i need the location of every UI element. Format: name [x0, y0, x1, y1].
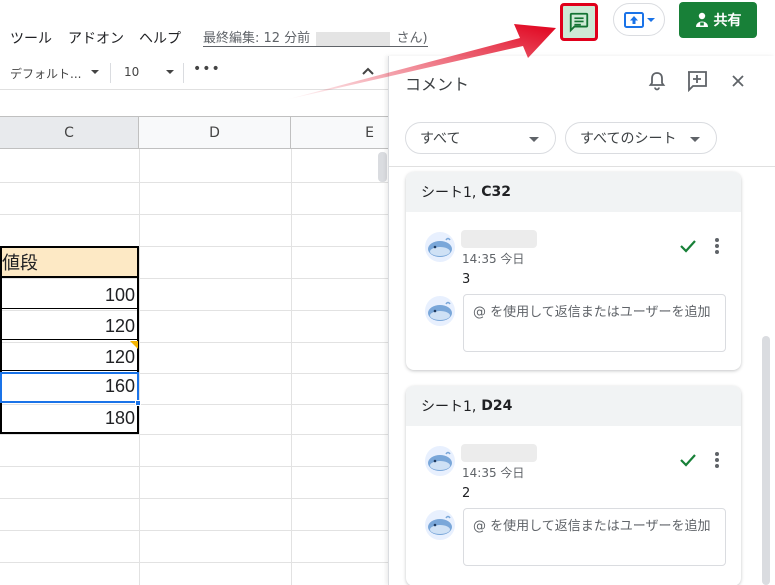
- gridline: [0, 434, 388, 435]
- price-header-cell[interactable]: 値段: [0, 246, 139, 278]
- redacted-username: [461, 230, 537, 248]
- gridline: [0, 498, 388, 499]
- location-cell: D24: [481, 398, 513, 414]
- notification-bell-icon[interactable]: [646, 70, 668, 92]
- font-size-select[interactable]: 10: [124, 65, 139, 79]
- comment-body: 3: [462, 272, 471, 287]
- comment-thread-card[interactable]: シート1, D24 14:35 今日 2 @ を使用して返信またはユーザーを追加: [406, 386, 741, 585]
- comment-location[interactable]: シート1, C32: [406, 172, 741, 212]
- more-vert-icon[interactable]: [712, 236, 722, 256]
- reply-input[interactable]: @ を使用して返信またはユーザーを追加: [463, 508, 726, 566]
- column-header-e[interactable]: E: [291, 117, 388, 148]
- avatar: [425, 296, 455, 326]
- chevron-down-icon: [690, 137, 700, 142]
- comment-body: 2: [462, 486, 471, 501]
- column-header-d[interactable]: D: [139, 117, 291, 148]
- chevron-down-icon: [529, 137, 539, 142]
- grid-scrollbar[interactable]: [378, 152, 387, 182]
- filter-label: すべて: [420, 131, 461, 147]
- comment-filter-select[interactable]: すべて: [405, 122, 556, 154]
- cell-border: [2, 370, 139, 371]
- sheet-grid[interactable]: C D E 値段 100 120 120 160 180: [0, 116, 388, 585]
- selected-cell-outline[interactable]: [0, 372, 139, 403]
- table-cell[interactable]: 100: [105, 285, 135, 306]
- location-sheet: シート1,: [421, 399, 477, 415]
- gridline: [0, 530, 388, 531]
- last-edit-suffix: さん): [396, 31, 428, 46]
- chevron-down-icon: [91, 70, 99, 74]
- cell-border: [2, 308, 139, 309]
- comment-icon: [569, 12, 589, 33]
- chevron-down-icon: [166, 70, 174, 74]
- menu-help[interactable]: ヘルプ: [139, 28, 181, 48]
- gridline: [0, 466, 388, 467]
- redacted-username: [316, 31, 391, 46]
- share-button[interactable]: 共有: [679, 2, 757, 38]
- filter-label: すべてのシート: [580, 131, 677, 147]
- toolbar-divider: [183, 63, 184, 83]
- font-family-select[interactable]: デフォルト...: [10, 65, 81, 82]
- comment-timestamp: 14:35 今日: [462, 252, 525, 266]
- resolve-check-icon[interactable]: [678, 236, 698, 256]
- person-icon: [695, 12, 708, 27]
- comment-location[interactable]: シート1, D24: [406, 386, 741, 426]
- column-header-c[interactable]: C: [0, 117, 139, 148]
- location-cell: C32: [481, 184, 511, 200]
- toolbar: デフォルト... 10 •••: [0, 56, 388, 90]
- whale-avatar-icon: [428, 451, 452, 471]
- panel-scrollbar[interactable]: [762, 336, 770, 585]
- table-cell[interactable]: 120: [105, 347, 135, 368]
- comment-history-button[interactable]: [560, 3, 598, 41]
- whale-avatar-icon: [428, 237, 452, 257]
- menubar: ツール アドオン ヘルプ 最終編集: 12 分前 さん) 共有: [0, 0, 775, 52]
- present-button[interactable]: [613, 3, 665, 36]
- panel-title: コメント: [405, 75, 470, 94]
- comment-timestamp: 14:35 今日: [462, 466, 525, 480]
- whale-avatar-icon: [428, 515, 452, 535]
- collapse-toolbar-icon[interactable]: [361, 64, 375, 78]
- add-comment-icon[interactable]: [686, 70, 708, 92]
- share-label: 共有: [713, 13, 742, 29]
- whale-avatar-icon: [428, 301, 452, 321]
- present-icon: [623, 11, 644, 28]
- last-edit-link[interactable]: 最終編集: 12 分前 さん): [203, 27, 428, 47]
- sheet-filter-select[interactable]: すべてのシート: [565, 122, 717, 154]
- spreadsheet-window: ツール アドオン ヘルプ 最終編集: 12 分前 さん) 共有 デフォルト...…: [0, 0, 775, 585]
- cell-border: [2, 339, 139, 340]
- comment-indicator-icon: [130, 341, 138, 349]
- menu-addons[interactable]: アドオン: [68, 28, 124, 48]
- toolbar-divider: [110, 63, 111, 83]
- divider: [389, 166, 775, 167]
- avatar: [425, 510, 455, 540]
- more-options-button[interactable]: •••: [193, 61, 221, 77]
- more-vert-icon[interactable]: [712, 450, 722, 470]
- table-cell[interactable]: 180: [105, 408, 135, 429]
- avatar: [425, 446, 455, 476]
- comment-thread-card[interactable]: シート1, C32 14:35 今日 3 @ を使用して返信またはユーザーを追加: [406, 172, 741, 370]
- chevron-down-icon: [646, 17, 655, 22]
- avatar: [425, 232, 455, 262]
- last-edit-prefix: 最終編集: 12 分前: [203, 31, 311, 46]
- gridline: [0, 214, 388, 215]
- gridline: [0, 182, 388, 183]
- redacted-username: [461, 444, 537, 462]
- resolve-check-icon[interactable]: [678, 450, 698, 470]
- price-header-label: 値段: [2, 253, 38, 274]
- table-cell[interactable]: 120: [105, 316, 135, 337]
- comments-panel: コメント すべて すべてのシート シート1, C32 14:35 今日 3 @ …: [388, 56, 775, 585]
- column-header-row: C D E: [0, 116, 388, 149]
- close-icon[interactable]: [727, 70, 749, 92]
- gridline: [0, 562, 388, 563]
- menu-tools[interactable]: ツール: [10, 28, 52, 48]
- fill-handle[interactable]: [135, 400, 141, 406]
- reply-input[interactable]: @ を使用して返信またはユーザーを追加: [463, 294, 726, 352]
- location-sheet: シート1,: [421, 185, 477, 201]
